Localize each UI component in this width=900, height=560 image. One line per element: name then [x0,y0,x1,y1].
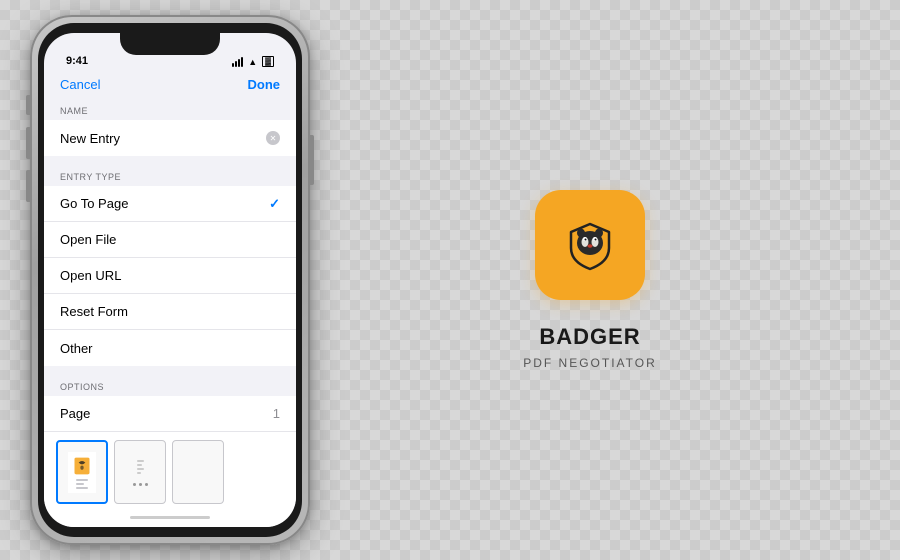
name-form-group: ✕ [44,120,296,156]
mute-button[interactable] [26,95,30,115]
go-to-page-label: Go To Page [60,196,269,211]
thumbnail-3[interactable] [172,440,224,504]
page-value: 1 [273,406,280,421]
cancel-button[interactable]: Cancel [60,77,100,92]
navigation-bar: Cancel Done [44,71,296,98]
name-field-row[interactable]: ✕ [44,120,296,156]
volume-up-button[interactable] [26,127,30,159]
thumbnail-2[interactable] [114,440,166,504]
page-key: Page [60,406,90,421]
name-section-label: NAME [44,98,296,120]
section-gap-1 [44,156,296,164]
entry-type-group: Go To Page ✓ Open File Open URL Reset Fo… [44,186,296,366]
brand-subtitle: PDF NEGOTIATOR [523,356,657,370]
page-thumbnails [44,432,296,507]
notch [120,33,220,55]
entry-type-other[interactable]: Other [44,330,296,366]
name-input[interactable] [60,131,266,146]
volume-down-button[interactable] [26,170,30,202]
options-section-label: OPTIONS [44,374,296,396]
form-content: NAME ✕ ENTRY TYPE Go To Page ✓ [44,98,296,507]
entry-type-open-url[interactable]: Open URL [44,258,296,294]
thumbnail-1[interactable] [56,440,108,504]
section-gap-2 [44,366,296,374]
reset-form-label: Reset Form [60,304,280,319]
done-button[interactable]: Done [248,77,281,92]
entry-type-open-file[interactable]: Open File [44,222,296,258]
wifi-icon: ▲ [248,57,257,67]
entry-type-reset-form[interactable]: Reset Form [44,294,296,330]
open-file-label: Open File [60,232,280,247]
open-url-label: Open URL [60,268,280,283]
brand-section: BADGER PDF NEGOTIATOR [310,170,870,390]
power-button[interactable] [310,135,314,185]
thumb-dots [133,483,148,486]
status-time: 9:41 [66,55,88,67]
badger-logo-svg [555,210,625,280]
entry-type-section-label: ENTRY TYPE [44,164,296,186]
options-group: Page 1 [44,396,296,507]
other-label: Other [60,341,280,356]
home-bar [130,516,210,519]
thumb-icon-1 [72,456,92,476]
clear-input-button[interactable]: ✕ [266,131,280,145]
app-icon [535,190,645,300]
phone-device: 9:41 ▲ ▓ Cancel Done [30,15,310,545]
entry-type-go-to-page[interactable]: Go To Page ✓ [44,186,296,222]
checkmark-icon: ✓ [269,196,280,212]
battery-icon: ▓ [262,56,274,67]
status-icons: ▲ ▓ [232,56,274,67]
page-option-row[interactable]: Page 1 [44,396,296,432]
home-indicator [44,507,296,527]
brand-name: BADGER [539,324,640,350]
signal-icon [232,57,243,67]
